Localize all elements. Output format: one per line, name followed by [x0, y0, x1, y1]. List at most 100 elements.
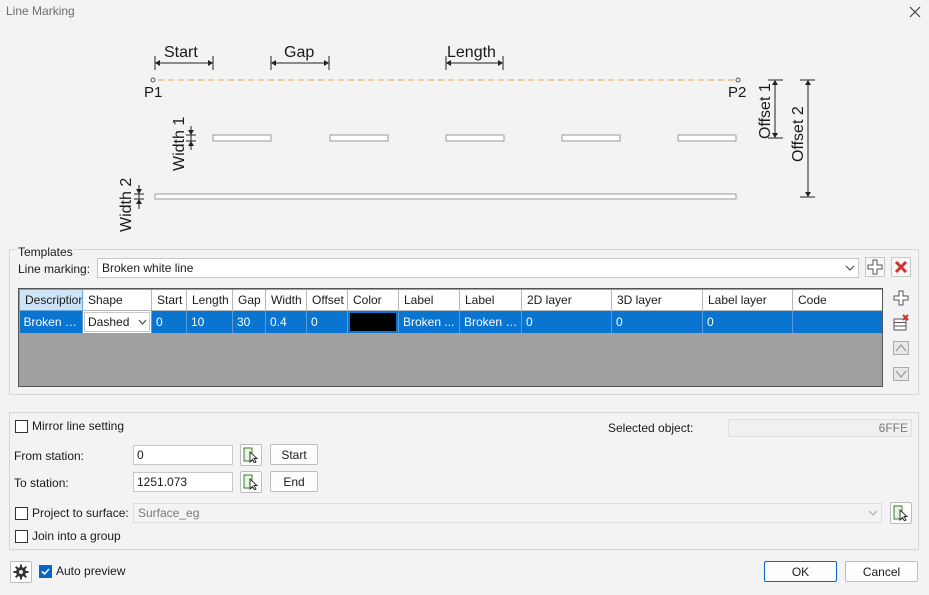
project-checkbox[interactable] — [15, 507, 28, 523]
line-marking-label: Line marking: — [18, 262, 91, 276]
pick-icon — [893, 505, 909, 521]
end-button[interactable]: End — [270, 471, 318, 492]
width2-dimension: Width 2 — [118, 178, 144, 232]
move-down-button[interactable] — [891, 364, 911, 384]
add-row-button[interactable] — [891, 288, 911, 308]
col-header-label[interactable]: Label — [398, 289, 460, 311]
to-station-label: To station: — [14, 476, 69, 490]
color-swatch — [350, 313, 396, 331]
surface-select[interactable]: Surface_eg — [133, 503, 882, 523]
pick-icon — [243, 474, 259, 490]
project-label: Project to surface: — [32, 506, 129, 520]
chevron-down-icon — [865, 504, 881, 522]
col-header-gap[interactable]: Gap — [232, 289, 266, 311]
ok-button-label: OK — [791, 564, 810, 579]
to-station-value: 1251.073 — [137, 475, 188, 489]
templates-group-label: Templates — [17, 245, 74, 259]
col-header-3d-layer[interactable]: 3D layer — [611, 289, 703, 311]
p2-label: P2 — [728, 84, 746, 101]
width1-dimension: Width 1 — [171, 117, 196, 171]
col-header-offset[interactable]: Offset — [306, 289, 348, 311]
pick-to-station-button[interactable] — [240, 471, 262, 493]
col-header-code[interactable]: Code — [792, 289, 882, 311]
offset1-dimension: Offset 1 — [757, 79, 783, 139]
cancel-button[interactable]: Cancel — [845, 561, 918, 582]
close-icon — [909, 6, 921, 18]
col-header-2d-layer[interactable]: 2D layer — [521, 289, 612, 311]
delete-template-button[interactable] — [891, 257, 911, 277]
selected-object-field: 6FFE — [728, 419, 912, 437]
from-station-value: 0 — [137, 448, 144, 462]
cell-gap[interactable]: 30 — [232, 310, 266, 333]
from-station-input[interactable]: 0 — [133, 445, 233, 465]
dashed-line — [212, 134, 737, 142]
col-header-start[interactable]: Start — [151, 289, 187, 311]
add-template-button[interactable] — [865, 257, 885, 277]
join-label: Join into a group — [32, 529, 121, 543]
pick-from-station-button[interactable] — [240, 444, 262, 466]
cell-shape[interactable]: Dashed — [82, 310, 152, 333]
settings-button[interactable] — [10, 561, 32, 583]
table-row[interactable]: Broken w... Dashed 0 10 30 0.4 0 Broken … — [19, 310, 882, 333]
to-station-input[interactable]: 1251.073 — [133, 472, 233, 492]
col-header-label-2[interactable]: Label — [459, 289, 522, 311]
cell-start[interactable]: 0 — [151, 310, 187, 333]
cell-label-layer[interactable]: 0 — [702, 310, 793, 333]
chevron-down-icon — [842, 259, 858, 277]
close-button[interactable] — [905, 2, 925, 22]
reference-line: P1 P2 — [144, 77, 746, 101]
start-label: Start — [164, 44, 198, 61]
surface-value: Surface_eg — [138, 506, 200, 520]
start-button[interactable]: Start — [270, 444, 318, 465]
cell-2d-layer[interactable]: 0 — [521, 310, 612, 333]
line-marking-select[interactable]: Broken white line — [97, 258, 859, 278]
col-header-label-layer[interactable]: Label layer — [702, 289, 793, 311]
cell-offset[interactable]: 0 — [306, 310, 348, 333]
cell-color[interactable] — [347, 310, 399, 333]
offset2-label: Offset 2 — [790, 106, 807, 162]
cell-description[interactable]: Broken w... — [19, 310, 83, 333]
line-marking-diagram: Start Gap Length P1 P2 Width 1 Width 2 O… — [118, 44, 815, 232]
window-title: Line Marking — [6, 4, 75, 18]
cell-code[interactable] — [792, 310, 882, 333]
join-checkbox[interactable] — [15, 530, 28, 546]
line-marking-value: Broken white line — [102, 261, 194, 275]
gear-icon — [13, 564, 29, 580]
template-grid[interactable]: Description Shape Start Length Gap Width… — [18, 288, 883, 387]
shape-select[interactable]: Dashed — [84, 312, 150, 332]
cell-length[interactable]: 10 — [186, 310, 233, 333]
selected-object-label: Selected object: — [608, 421, 694, 435]
col-header-shape[interactable]: Shape — [82, 289, 152, 311]
pick-icon — [243, 447, 259, 463]
pick-surface-button[interactable] — [890, 502, 912, 524]
solid-line — [154, 193, 737, 200]
auto-preview-checkbox[interactable] — [39, 565, 52, 578]
col-header-description[interactable]: Description — [19, 289, 83, 311]
length-dimension: Length — [445, 44, 504, 70]
plus-icon — [893, 290, 909, 306]
delete-row-button[interactable] — [891, 313, 911, 333]
width1-label: Width 1 — [171, 117, 188, 171]
mirror-checkbox[interactable] — [15, 420, 28, 436]
p1-label: P1 — [144, 84, 162, 101]
title-bar: Line Marking — [0, 0, 929, 24]
cell-3d-layer[interactable]: 0 — [611, 310, 703, 333]
arrow-down-icon — [893, 367, 909, 381]
cell-label[interactable]: Broken ... — [398, 310, 460, 333]
move-up-button[interactable] — [891, 338, 911, 358]
col-header-color[interactable]: Color — [347, 289, 399, 311]
offset1-label: Offset 1 — [757, 83, 774, 139]
offset2-dimension: Offset 2 — [790, 79, 815, 198]
cell-width[interactable]: 0.4 — [265, 310, 307, 333]
mirror-label: Mirror line setting — [32, 419, 125, 433]
length-label: Length — [447, 44, 496, 61]
ok-button[interactable]: OK — [764, 561, 837, 582]
start-button-label: Start — [281, 447, 307, 462]
cell-label-2[interactable]: Broken w... — [459, 310, 522, 333]
chevron-down-icon — [135, 319, 149, 325]
delete-row-icon — [893, 314, 909, 331]
col-header-length[interactable]: Length — [186, 289, 233, 311]
cancel-button-label: Cancel — [862, 564, 901, 579]
shape-value: Dashed — [88, 315, 130, 329]
col-header-width[interactable]: Width — [265, 289, 307, 311]
